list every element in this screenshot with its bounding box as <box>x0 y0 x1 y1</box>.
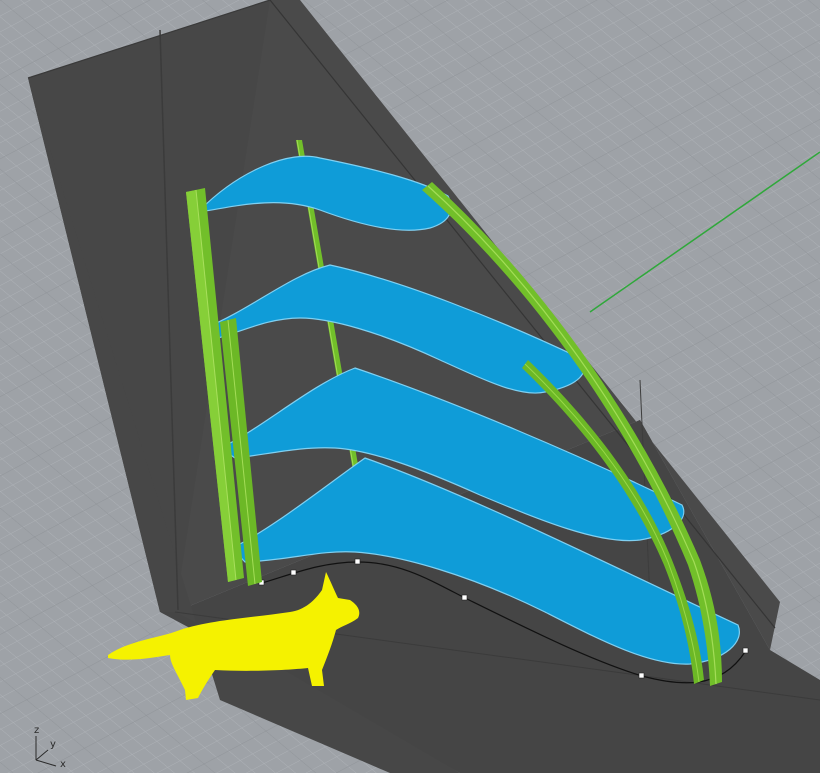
control-point[interactable] <box>638 672 645 679</box>
scene-canvas[interactable] <box>0 0 820 773</box>
axis-label-z: z <box>34 725 40 736</box>
axis-label-y: y <box>50 739 56 750</box>
control-point[interactable] <box>461 594 468 601</box>
axis-label-x: x <box>60 759 66 770</box>
control-point[interactable] <box>742 647 749 654</box>
control-point[interactable] <box>290 569 297 576</box>
rhino-perspective-viewport[interactable]: z y x <box>0 0 820 773</box>
axis-orientation-widget: z y x <box>26 722 74 770</box>
control-point[interactable] <box>354 558 361 565</box>
